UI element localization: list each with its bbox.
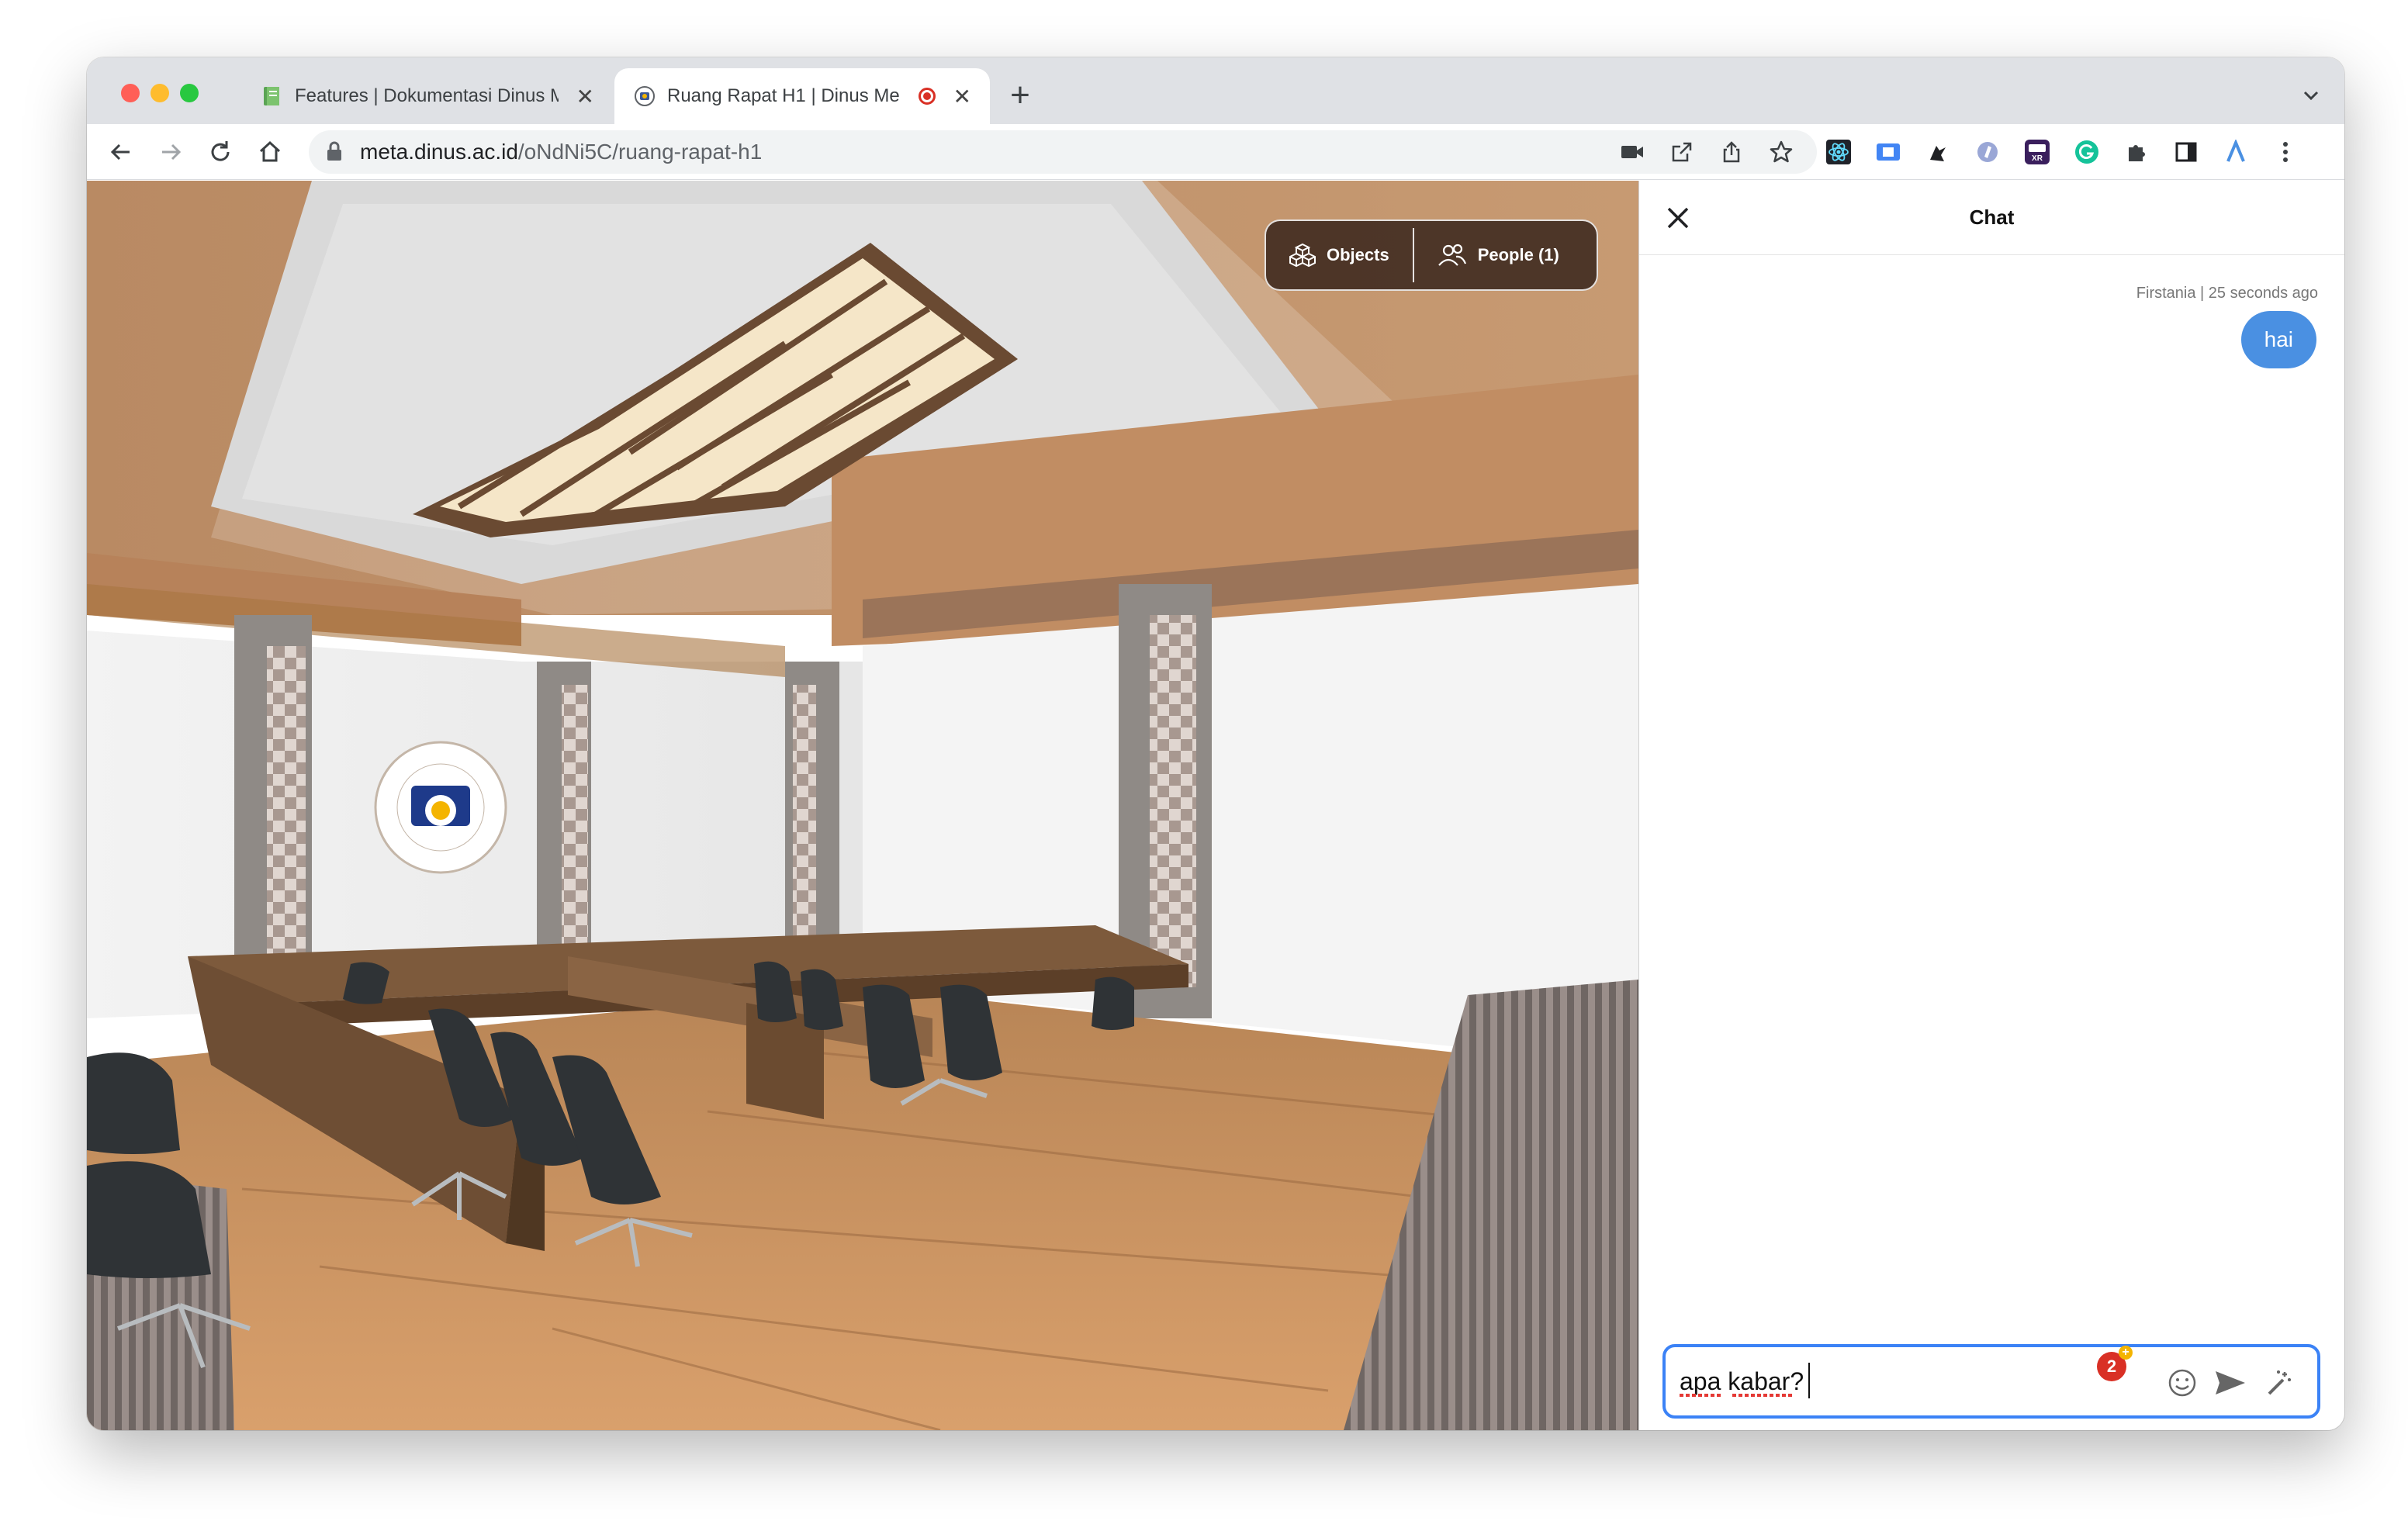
meeting-room-scene[interactable]: Objects People (1) <box>87 181 1638 1430</box>
close-tab-icon[interactable]: ✕ <box>953 84 971 109</box>
extension-blue-icon[interactable] <box>1874 138 1902 166</box>
lock-icon <box>326 140 346 164</box>
udinus-logo <box>374 741 507 874</box>
chat-panel: Chat Firstania | 25 seconds ago hai 2 + <box>1638 181 2344 1430</box>
url-path: /oNdNi5C/ruang-rapat-h1 <box>517 140 763 164</box>
people-label: People (1) <box>1477 245 1559 264</box>
message-meta: Firstania | 25 seconds ago <box>2136 285 2318 302</box>
url-host: meta.dinus.ac.id <box>360 140 518 164</box>
home-icon[interactable] <box>251 133 289 171</box>
back-icon[interactable] <box>102 133 140 171</box>
tab-title: Features | Dokumentasi Dinus M <box>295 85 559 106</box>
minimize-window-button[interactable] <box>150 84 169 102</box>
scene-controls: Objects People (1) <box>1265 219 1598 291</box>
bookmark-star-icon[interactable] <box>1767 138 1795 166</box>
book-icon <box>261 85 284 108</box>
close-tab-icon[interactable]: ✕ <box>576 84 594 109</box>
address-bar[interactable]: meta.dinus.ac.id/oNdNi5C/ruang-rapat-h1 <box>309 130 1817 174</box>
reload-icon[interactable] <box>202 133 239 171</box>
text-cursor <box>1808 1363 1810 1398</box>
people-icon <box>1438 242 1467 268</box>
puzzle-extensions-icon[interactable] <box>2123 138 2150 166</box>
more-menu-icon[interactable] <box>2271 138 2299 166</box>
message-bubble: hai <box>2240 311 2316 368</box>
browser-window: Features | Dokumentasi Dinus M ✕ Ruang R… <box>87 57 2344 1430</box>
forward-icon[interactable] <box>152 133 189 171</box>
bird-extension-icon[interactable] <box>1924 138 1952 166</box>
svg-text:XR: XR <box>2032 154 2043 163</box>
share-icon[interactable] <box>1718 138 1745 166</box>
message-input[interactable] <box>1678 1358 2081 1405</box>
spellcheck-underline <box>1732 1394 1794 1397</box>
people-button[interactable]: People (1) <box>1414 221 1583 289</box>
spellcheck-underline <box>1680 1394 1721 1397</box>
emoji-icon[interactable] <box>2164 1364 2201 1401</box>
message-composer: 2 + <box>1662 1344 2320 1419</box>
tab-title: Ruang Rapat H1 | Dinus Me <box>667 85 900 106</box>
tab-bar: Features | Dokumentasi Dinus M ✕ Ruang R… <box>87 57 2344 124</box>
extension-a-icon[interactable] <box>2222 138 2250 166</box>
side-panel-icon[interactable] <box>2172 138 2200 166</box>
close-window-button[interactable] <box>121 84 140 102</box>
scene-render <box>87 181 1638 1430</box>
objects-label: Objects <box>1327 245 1389 264</box>
maximize-window-button[interactable] <box>180 84 199 102</box>
xr-extension-icon[interactable]: XR <box>2023 138 2051 166</box>
extension-circle-icon[interactable] <box>1974 138 2001 166</box>
camera-icon[interactable] <box>1618 138 1646 166</box>
plus-icon: + <box>2119 1346 2133 1360</box>
tab-ruang-rapat[interactable]: Ruang Rapat H1 | Dinus Me ✕ <box>614 68 990 124</box>
site-favicon-icon <box>633 85 656 108</box>
cubes-icon <box>1289 242 1316 268</box>
tab-features[interactable]: Features | Dokumentasi Dinus M ✕ <box>242 68 613 124</box>
react-devtools-icon[interactable] <box>1825 138 1853 166</box>
tab-search-icon[interactable] <box>2299 84 2323 107</box>
send-icon[interactable] <box>2212 1364 2249 1401</box>
recording-icon <box>919 88 936 105</box>
browser-toolbar: meta.dinus.ac.id/oNdNi5C/ruang-rapat-h1 … <box>87 124 2344 180</box>
open-external-icon[interactable] <box>1668 138 1696 166</box>
grammarly-icon[interactable] <box>2073 138 2101 166</box>
new-tab-icon[interactable]: + <box>1001 76 1040 115</box>
close-icon[interactable] <box>1661 201 1695 235</box>
chat-title: Chat <box>1969 206 2015 229</box>
chat-header: Chat <box>1639 181 2344 255</box>
objects-button[interactable]: Objects <box>1266 221 1413 289</box>
magic-wand-icon[interactable] <box>2261 1364 2299 1401</box>
